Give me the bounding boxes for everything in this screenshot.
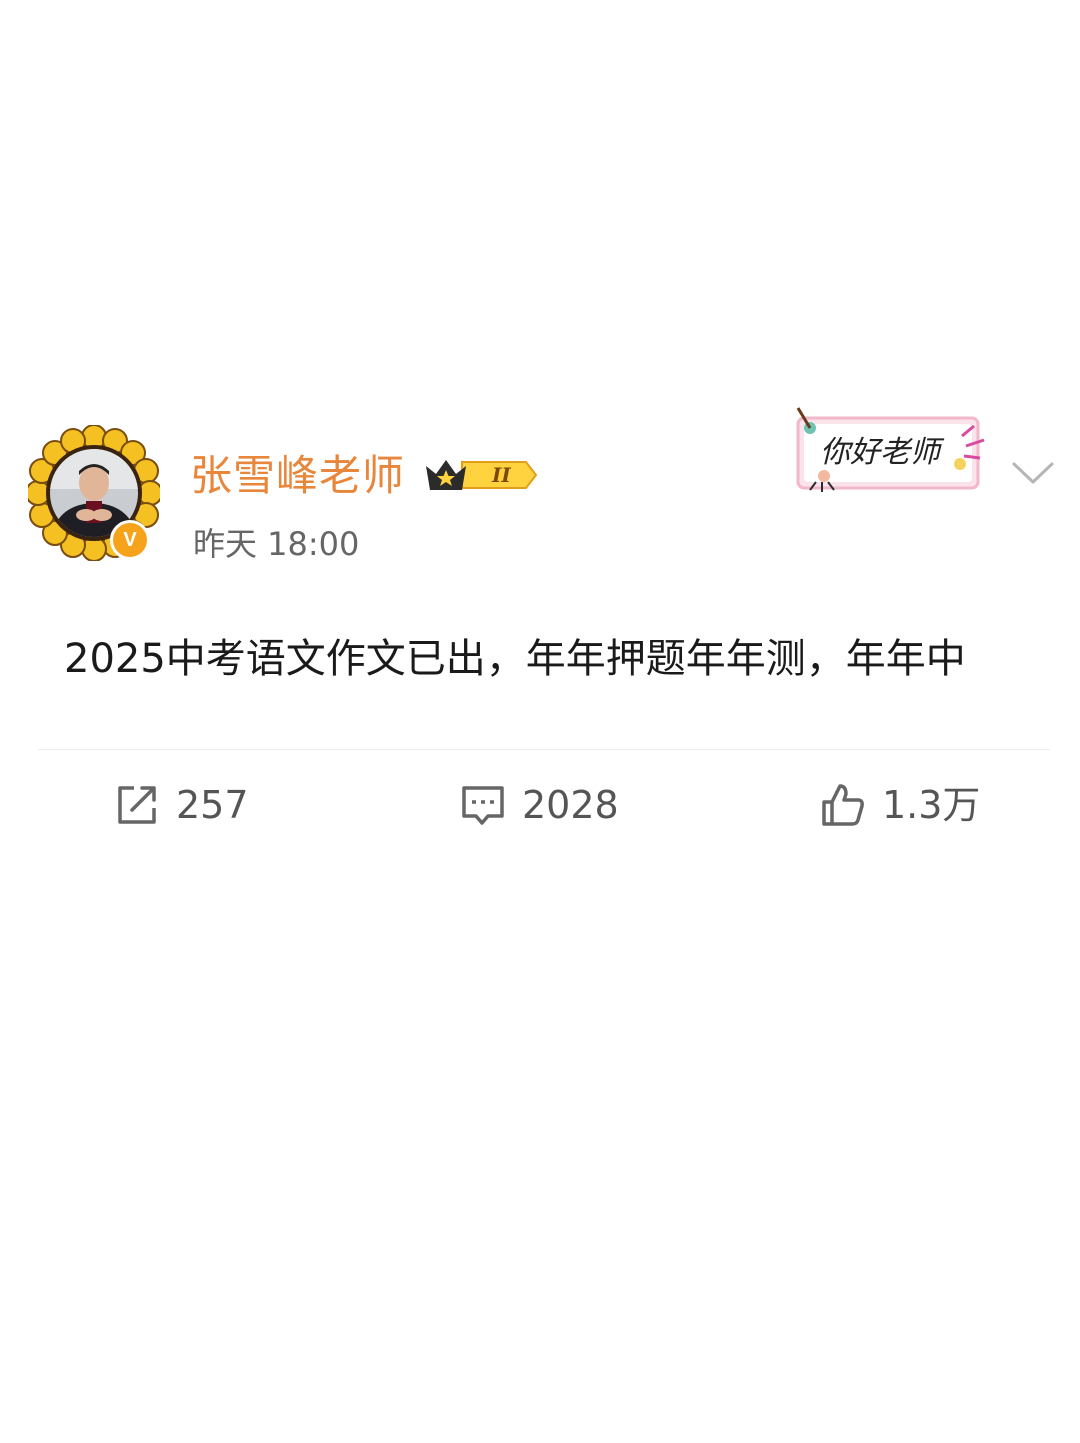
repost-icon <box>118 786 156 824</box>
post-timestamp: 昨天 18:00 <box>193 525 360 563</box>
vip-crown-badge-icon[interactable]: II <box>422 452 538 498</box>
post-content[interactable]: 2025中考语文作文已出，年年押题年年测，年年中 <box>64 632 1044 686</box>
thumbs-up-icon <box>822 784 864 826</box>
sticker-text: 你好老师 <box>820 435 945 470</box>
action-bar: 257 2028 1.3万 <box>0 775 1080 835</box>
divider <box>38 749 1050 750</box>
comment-icon <box>462 786 504 825</box>
greeting-sticker-card[interactable]: 你好老师 <box>794 406 994 496</box>
comment-count: 2028 <box>522 783 619 827</box>
chevron-down-icon[interactable] <box>1010 458 1056 488</box>
vip-level: II <box>491 463 511 487</box>
author-name[interactable]: 张雪峰老师 <box>190 450 405 502</box>
repost-count: 257 <box>176 783 249 827</box>
verified-icon: V <box>110 520 150 560</box>
like-count: 1.3万 <box>882 783 981 827</box>
weibo-post-card: V 张雪峰老师 II 昨天 18:00 你好老师 2025中考语文作文已出，年年… <box>0 0 1080 1443</box>
comment-button[interactable]: 2028 <box>460 775 619 835</box>
repost-button[interactable]: 257 <box>114 775 249 835</box>
like-button[interactable]: 1.3万 <box>820 775 980 835</box>
